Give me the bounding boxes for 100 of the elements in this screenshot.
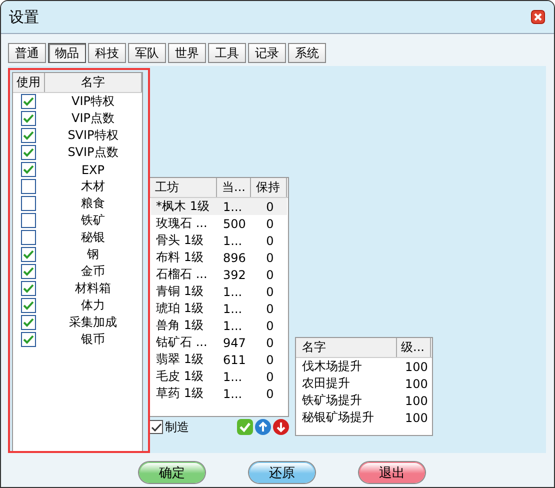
table-cell-text: 0 (265, 302, 275, 316)
table-cell-text: 1... (222, 200, 244, 214)
table-cell-text: 毛皮 1级 (155, 368, 204, 385)
column-header[interactable]: 使用 (13, 73, 45, 92)
table-row[interactable]: 翡翠 1级 611 0 (151, 351, 287, 368)
table-cell-text: 0 (265, 386, 275, 400)
table-cell-text: 0 (265, 268, 275, 282)
table-cell-text: 0 (265, 336, 275, 350)
table-cell-text: 100 (404, 410, 429, 424)
checkbox[interactable] (21, 298, 36, 313)
checkbox-label: 制造 (165, 418, 189, 436)
checkbox[interactable] (21, 230, 36, 245)
checkbox[interactable] (21, 315, 36, 330)
table-row[interactable]: 兽角 1级 1... 0 (151, 317, 287, 334)
item-name: 铁矿 (81, 212, 105, 229)
dialog-button[interactable]: 确定 (139, 462, 205, 483)
checkbox[interactable] (21, 264, 36, 279)
table-cell-text: 青铜 1级 (155, 283, 204, 300)
checkbox[interactable] (21, 247, 36, 262)
table-row[interactable]: 毛皮 1级 1... 0 (151, 368, 287, 385)
table-cell-text: 0 (265, 250, 275, 264)
table-cell-text: 1... (222, 370, 244, 384)
checkmark-icon[interactable] (237, 419, 253, 435)
table-cell-text: 392 (222, 268, 247, 282)
item-name: 金币 (81, 263, 105, 280)
table-cell-text: 布料 1级 (155, 249, 204, 266)
table-cell-text: 0 (265, 370, 275, 384)
table-cell-text: 伐木场提升 (301, 358, 363, 375)
column-header[interactable]: 级... (397, 338, 431, 357)
table-cell-text: 947 (222, 336, 247, 350)
checkbox[interactable] (21, 111, 36, 126)
table-cell-text: 1... (222, 284, 244, 298)
table-row[interactable]: 石榴石 ... 392 0 (151, 266, 287, 283)
checkbox[interactable] (21, 196, 36, 211)
item-name: 材料箱 (75, 280, 111, 297)
table-cell-text: 1... (222, 234, 244, 248)
checkbox[interactable] (21, 179, 36, 194)
tab[interactable]: 科技 (88, 43, 126, 63)
table-cell-text: 0 (265, 284, 275, 298)
item-name: SVIP点数 (68, 144, 118, 161)
checkbox[interactable] (21, 94, 36, 109)
table-cell-text: 兽角 1级 (155, 317, 204, 334)
table-cell-text: 0 (265, 234, 275, 248)
column-header[interactable]: 保持 (251, 178, 287, 197)
checkbox[interactable] (21, 213, 36, 228)
dialog-button[interactable]: 退出 (359, 462, 425, 483)
dialog-button[interactable]: 还原 (249, 462, 315, 483)
table-cell-text: 0 (265, 318, 275, 332)
item-name: SVIP特权 (68, 127, 118, 144)
table-row[interactable]: 布料 1级 896 0 (151, 249, 287, 266)
table-cell-text: 1... (222, 386, 244, 400)
tab[interactable]: 系统 (288, 43, 326, 63)
close-button[interactable] (531, 10, 545, 24)
window-title: 设置 (9, 8, 39, 26)
checkbox[interactable] (21, 332, 36, 347)
checkbox[interactable] (21, 162, 36, 177)
table-cell-text: 611 (222, 352, 247, 366)
table-cell-text: 1... (222, 318, 244, 332)
column-header[interactable]: 名字 (45, 73, 142, 92)
table-row[interactable]: 草药 1级 1... 0 (151, 385, 287, 402)
tab[interactable]: 世界 (168, 43, 206, 63)
tab[interactable]: 记录 (248, 43, 286, 63)
table-cell-text: 秘银矿场提升 (301, 409, 375, 426)
table-cell-text: 翡翠 1级 (155, 351, 204, 368)
table-cell-text: 0 (265, 352, 275, 366)
item-name: VIP点数 (72, 110, 114, 127)
checkbox[interactable] (21, 281, 36, 296)
item-name: 秘银 (81, 229, 105, 246)
tab[interactable]: 军队 (128, 43, 166, 63)
item-name: 银币 (81, 331, 105, 348)
checkbox[interactable] (21, 145, 36, 160)
table-row[interactable]: 青铜 1级 1... 0 (151, 283, 287, 300)
table-cell-text: 骨头 1级 (155, 232, 204, 249)
table-row[interactable]: 骨头 1级 1... 0 (151, 232, 287, 249)
item-name: 粮食 (81, 195, 105, 212)
tab[interactable]: 普通 (8, 43, 46, 63)
table-cell-text: 100 (404, 394, 429, 408)
table-cell-text: 铁矿场提升 (301, 392, 363, 409)
item-name: EXP (81, 162, 105, 176)
tab[interactable]: 工具 (208, 43, 246, 63)
table-cell-text: 896 (222, 250, 247, 264)
table-cell-text: *枫木 1级 (155, 198, 210, 215)
column-header[interactable]: 当... (217, 178, 251, 197)
table-cell-text: 石榴石 ... (155, 266, 208, 283)
column-header[interactable]: 工坊 (150, 178, 217, 197)
tab[interactable]: 物品 (48, 43, 86, 63)
table-row[interactable]: 琥珀 1级 1... 0 (151, 300, 287, 317)
table-row[interactable]: *枫木 1级 1... 0 (151, 198, 287, 215)
table-cell-text: 0 (265, 216, 275, 230)
table-cell-text: 钴矿石 ... (155, 334, 208, 351)
item-name: 体力 (81, 297, 105, 314)
checkbox[interactable] (21, 128, 36, 143)
table-cell-text: 琥珀 1级 (155, 300, 204, 317)
item-name: VIP特权 (72, 93, 114, 110)
table-row[interactable]: 玫瑰石 ... 500 0 (151, 215, 287, 232)
column-header[interactable]: 名字 (296, 338, 397, 357)
table-cell-text: 农田提升 (301, 375, 351, 392)
table-row[interactable]: 钴矿石 ... 947 0 (151, 334, 287, 351)
checkbox[interactable] (149, 420, 163, 434)
item-name: 钢 (87, 246, 99, 263)
